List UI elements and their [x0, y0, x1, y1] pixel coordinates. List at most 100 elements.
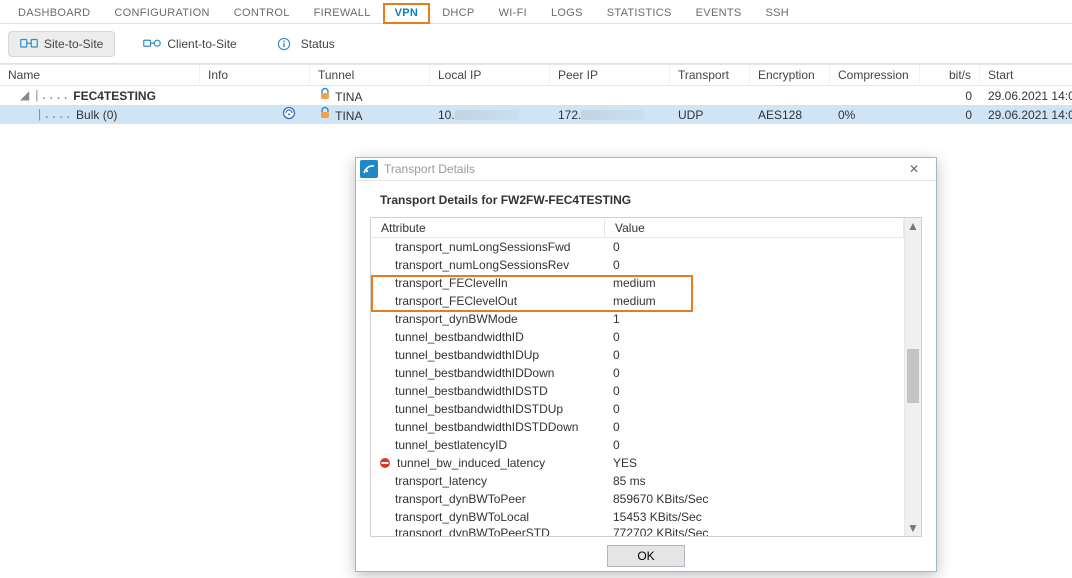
- list-item[interactable]: transport_dynBWToPeer859670 KBits/Sec: [371, 490, 904, 508]
- attr-value: 859670 KBits/Sec: [605, 492, 904, 506]
- cell-info: [200, 95, 310, 97]
- lh-attribute[interactable]: Attribute: [371, 219, 605, 237]
- list-item[interactable]: tunnel_bestbandwidthIDDown0: [371, 364, 904, 382]
- tab-statistics[interactable]: STATISTICS: [595, 3, 684, 24]
- lock-icon: [318, 87, 332, 101]
- scroll-track[interactable]: [907, 234, 919, 520]
- list-item[interactable]: transport_latency85 ms: [371, 472, 904, 490]
- close-icon: ✕: [909, 162, 919, 176]
- redacted-ip: [455, 110, 519, 120]
- th-peer-ip[interactable]: Peer IP: [550, 65, 670, 85]
- scroll-down-button[interactable]: ▼: [905, 520, 921, 536]
- attr-value: 0: [605, 240, 904, 254]
- th-bits[interactable]: bit/s: [920, 65, 980, 85]
- dialog-titlebar[interactable]: Transport Details ✕: [356, 158, 936, 181]
- list-item[interactable]: tunnel_bestlatencyID0: [371, 436, 904, 454]
- attr-name: tunnel_bestbandwidthIDSTD: [371, 384, 605, 398]
- ok-button[interactable]: OK: [607, 545, 685, 567]
- tab-ssh[interactable]: SSH: [753, 3, 801, 24]
- cell-local-ip: 10.: [430, 107, 550, 123]
- attr-value: 0: [605, 384, 904, 398]
- table-row[interactable]: ◢ |.... FEC4TESTING TINA 0 29.06.2021 14…: [0, 86, 1072, 105]
- attr-name: transport_FEClevelOut: [371, 294, 605, 308]
- th-encryption[interactable]: Encryption: [750, 65, 830, 85]
- list-item[interactable]: transport_numLongSessionsRev0: [371, 256, 904, 274]
- list-item[interactable]: transport_FEClevelOutmedium: [371, 292, 904, 310]
- app-icon: [360, 160, 378, 178]
- attr-value: 0: [605, 258, 904, 272]
- dialog-body: Transport Details for FW2FW-FEC4TESTING …: [356, 181, 936, 578]
- tree-branch-icon: |....: [33, 89, 69, 103]
- th-transport[interactable]: Transport: [670, 65, 750, 85]
- list-item[interactable]: tunnel_bestbandwidthIDSTDUp0: [371, 400, 904, 418]
- attr-value: medium: [605, 294, 904, 308]
- tab-events[interactable]: EVENTS: [684, 3, 754, 24]
- attr-name: transport_FEClevelIn: [371, 276, 605, 290]
- th-local-ip[interactable]: Local IP: [430, 65, 550, 85]
- list-item[interactable]: tunnel_bestbandwidthIDSTDDown0: [371, 418, 904, 436]
- close-button[interactable]: ✕: [898, 158, 930, 180]
- local-ip-prefix: 10.: [438, 108, 455, 122]
- cell-peer-ip: 172.: [550, 107, 670, 123]
- tree-branch-icon: |....: [36, 108, 72, 122]
- cell-tunnel: TINA: [310, 105, 430, 124]
- transport-name-label: Bulk (0): [76, 108, 117, 122]
- status-button[interactable]: Status: [265, 31, 347, 57]
- cell-start: 29.06.2021 14:02:50: [980, 107, 1072, 123]
- vpn-status-icon: [282, 106, 296, 120]
- list-item[interactable]: transport_FEClevelInmedium: [371, 274, 904, 292]
- list-item[interactable]: tunnel_bestbandwidthIDUp0: [371, 346, 904, 364]
- tree-expander-icon[interactable]: ◢: [20, 88, 29, 103]
- tab-control[interactable]: CONTROL: [222, 3, 302, 24]
- client-to-site-label: Client-to-Site: [167, 37, 236, 51]
- list-item[interactable]: tunnel_bestbandwidthIDSTD0: [371, 382, 904, 400]
- tab-configuration[interactable]: CONFIGURATION: [102, 3, 221, 24]
- attr-name: tunnel_bestlatencyID: [371, 438, 605, 452]
- attr-name: tunnel_bw_induced_latency: [371, 456, 605, 470]
- dialog-footer: OK: [370, 537, 922, 571]
- tab-wifi[interactable]: WI-FI: [487, 3, 539, 24]
- list-item[interactable]: tunnel_bestbandwidthID0: [371, 328, 904, 346]
- attr-name: tunnel_bestbandwidthIDDown: [371, 366, 605, 380]
- tab-logs[interactable]: LOGS: [539, 3, 595, 24]
- th-name[interactable]: Name: [0, 65, 200, 85]
- th-tunnel[interactable]: Tunnel: [310, 65, 430, 85]
- dialog-title: Transport Details: [384, 162, 475, 176]
- table-row[interactable]: |.... Bulk (0) TINA 10. 172. U: [0, 105, 1072, 124]
- th-compression[interactable]: Compression: [830, 65, 920, 85]
- attr-name: tunnel_bestbandwidthIDSTDUp: [371, 402, 605, 416]
- list-item[interactable]: transport_dynBWMode1: [371, 310, 904, 328]
- cell-info: [200, 105, 310, 124]
- lh-value[interactable]: Value: [605, 219, 904, 237]
- tab-dhcp[interactable]: DHCP: [430, 3, 486, 24]
- attr-value: 0: [605, 366, 904, 380]
- site-to-site-button[interactable]: Site-to-Site: [8, 31, 115, 57]
- attr-value: 772702 KBits/Sec: [605, 526, 904, 536]
- list-item[interactable]: transport_numLongSessionsFwd0: [371, 238, 904, 256]
- list-item[interactable]: transport_dynBWToLocal15453 KBits/Sec: [371, 508, 904, 526]
- cell-name: |.... Bulk (0): [0, 106, 200, 123]
- status-label: Status: [301, 37, 335, 51]
- tunnel-name-label: FEC4TESTING: [73, 89, 156, 103]
- vpn-table: Name Info Tunnel Local IP Peer IP Transp…: [0, 64, 1072, 124]
- th-info[interactable]: Info: [200, 65, 310, 85]
- cell-encryption: [750, 95, 830, 97]
- list-item[interactable]: transport_dynBWToPeerSTD772702 KBits/Sec: [371, 526, 904, 536]
- tab-dashboard[interactable]: DASHBOARD: [6, 3, 102, 24]
- attr-value: 1: [605, 312, 904, 326]
- th-start[interactable]: Start: [980, 65, 1072, 85]
- site-to-site-icon: [20, 37, 38, 51]
- stop-icon: [379, 457, 391, 469]
- scrollbar[interactable]: ▲ ▼: [904, 218, 921, 536]
- tab-vpn[interactable]: VPN: [383, 3, 431, 24]
- attr-name: transport_numLongSessionsFwd: [371, 240, 605, 254]
- client-to-site-button[interactable]: Client-to-Site: [131, 31, 248, 57]
- table-header: Name Info Tunnel Local IP Peer IP Transp…: [0, 64, 1072, 86]
- list-item[interactable]: tunnel_bw_induced_latencyYES: [371, 454, 904, 472]
- attr-value: 0: [605, 420, 904, 434]
- top-tabs: DASHBOARD CONFIGURATION CONTROL FIREWALL…: [0, 0, 1072, 24]
- scroll-up-button[interactable]: ▲: [905, 218, 921, 234]
- attribute-list-body: transport_numLongSessionsFwd0transport_n…: [371, 238, 904, 536]
- scroll-thumb[interactable]: [907, 349, 919, 403]
- tab-firewall[interactable]: FIREWALL: [302, 3, 383, 24]
